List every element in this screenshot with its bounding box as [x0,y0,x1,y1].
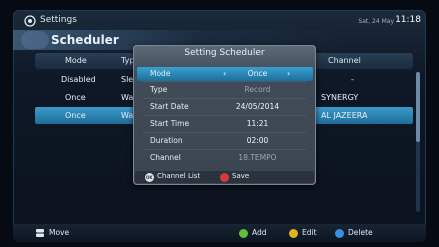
top-bar: Settings Sat, 24 May 11:18 [13,10,426,32]
red-key-icon [220,172,229,182]
field-value: Record [244,85,271,94]
field-mode[interactable]: Mode ‹ Once › [137,67,313,81]
move-label: Move [49,228,70,237]
time-label: 11:18 [395,15,421,25]
edit-button[interactable]: Edit [302,228,317,237]
arrow-right-icon[interactable]: › [287,67,290,81]
add-button[interactable]: Add [252,228,267,237]
green-key-icon [239,229,248,238]
divider [143,132,306,133]
field-channel[interactable]: Channel 18.TEMPO [137,151,313,165]
row-mode: Once [65,111,86,120]
field-value: 11:21 [246,119,269,128]
column-header-mode: Mode [65,56,87,65]
ok-key-label: OK [146,174,153,180]
move-icon [36,229,44,237]
field-label: Type [150,85,168,94]
date-label: Sat, 24 May [358,18,394,25]
row-channel: SYNERGY [321,93,359,102]
scrollbar-thumb[interactable] [416,72,420,142]
field-start-date[interactable]: Start Date 24/05/2014 [137,100,313,114]
delete-button[interactable]: Delete [348,228,373,237]
settings-icon [24,15,36,27]
dialog-title: Setting Scheduler [184,48,265,58]
save-button[interactable]: Save [232,172,249,180]
divider [143,81,306,82]
settings-title: Settings [40,15,77,25]
row-mode: Once [65,93,86,102]
field-type[interactable]: Type Record [137,83,313,97]
divider [143,149,306,150]
yellow-key-icon [289,229,298,238]
field-duration[interactable]: Duration 02:00 [137,134,313,148]
field-value: 18.TEMPO [238,153,277,162]
header-decoration [21,31,49,49]
field-label: Duration [150,136,183,145]
row-channel: AL JAZEERA [321,111,368,120]
field-label: Start Time [150,119,190,128]
field-label: Channel [150,153,181,162]
row-mode: Disabled [61,75,96,84]
blue-key-icon [335,229,344,238]
field-start-time[interactable]: Start Time 11:21 [137,117,313,131]
divider [143,98,306,99]
ok-key-icon: OK [145,172,154,182]
setting-scheduler-dialog: Setting Scheduler Mode ‹ Once › Type Rec… [133,45,316,185]
field-value: 24/05/2014 [235,102,280,111]
bottom-bar: Move Add Edit Delete [13,224,426,242]
row-channel: - [351,75,354,84]
field-label: Mode [150,69,171,78]
dialog-footer: OK Channel List Save [135,171,314,183]
page-title: Scheduler [51,33,119,47]
field-value: Once [247,69,268,78]
divider [143,115,306,116]
channel-list-button[interactable]: Channel List [157,172,200,180]
field-label: Start Date [150,102,189,111]
column-header-channel: Channel [328,56,361,65]
field-value: 02:00 [246,136,269,145]
